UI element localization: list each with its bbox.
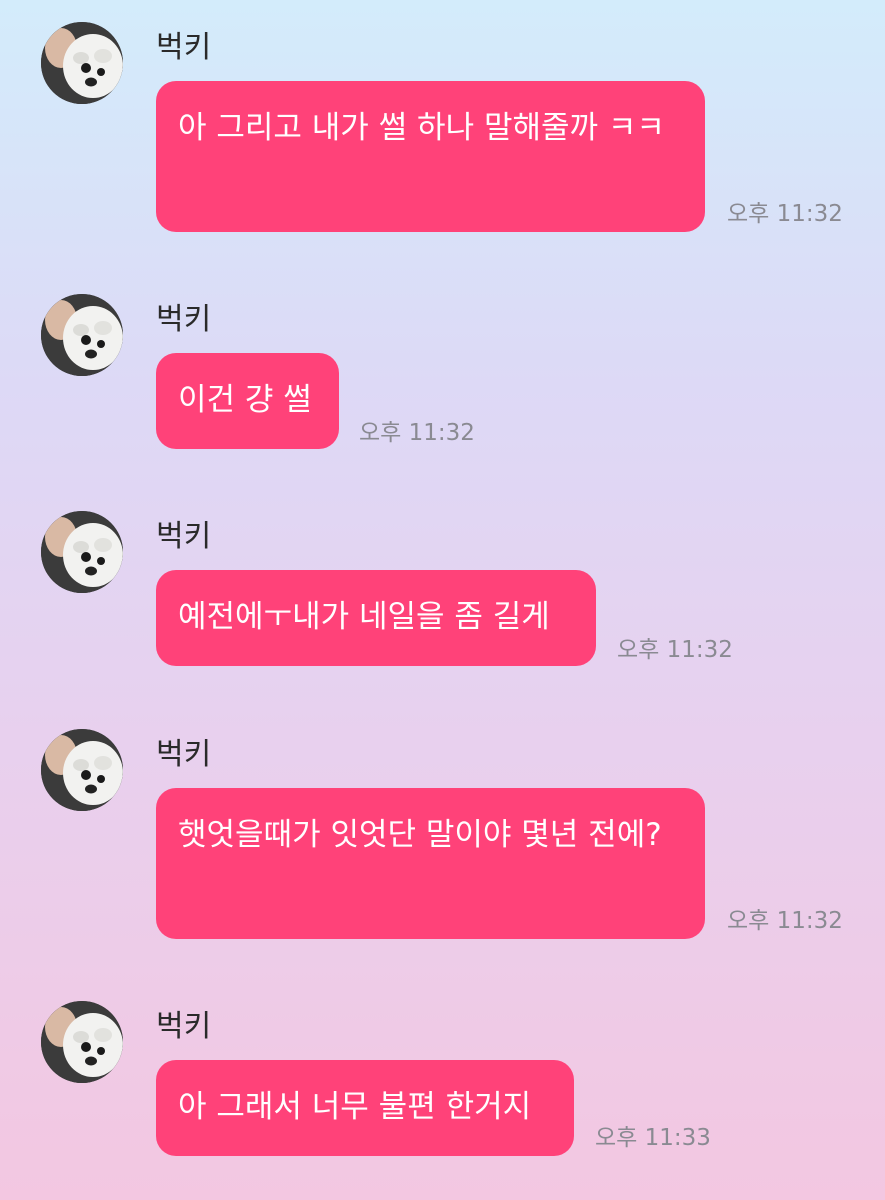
chat-thread: 벅키 아 그리고 내가 썰 하나 말해줄까 ㅋㅋ 오후 11:32 벅키 이건 …: [0, 0, 885, 1200]
message-bubble[interactable]: 햇엇을때가 잇엇단 말이야 몇년 전에?: [156, 788, 705, 939]
sender-name: 벅키: [156, 30, 212, 65]
sender-name: 벅키: [156, 1009, 212, 1044]
message-bubble[interactable]: 이건 걍 썰: [156, 353, 339, 449]
sender-avatar[interactable]: [41, 511, 123, 593]
message-timestamp: 오후 11:32: [359, 420, 475, 446]
sender-avatar[interactable]: [41, 294, 123, 376]
message-bubble[interactable]: 아 그래서 너무 불편 한거지: [156, 1060, 574, 1156]
message-bubble[interactable]: 예전에ㅜ내가 네일을 좀 길게: [156, 570, 596, 666]
dog-avatar-icon: [41, 294, 123, 376]
dog-avatar-icon: [41, 729, 123, 811]
message-timestamp: 오후 11:32: [727, 908, 843, 934]
message-bubble[interactable]: 아 그리고 내가 썰 하나 말해줄까 ㅋㅋ: [156, 81, 705, 232]
sender-avatar[interactable]: [41, 729, 123, 811]
sender-avatar[interactable]: [41, 1001, 123, 1083]
dog-avatar-icon: [41, 22, 123, 104]
dog-avatar-icon: [41, 511, 123, 593]
message-timestamp: 오후 11:32: [617, 637, 733, 663]
sender-name: 벅키: [156, 302, 212, 337]
sender-name: 벅키: [156, 737, 212, 772]
sender-name: 벅키: [156, 519, 212, 554]
message-timestamp: 오후 11:33: [595, 1125, 711, 1151]
message-timestamp: 오후 11:32: [727, 201, 843, 227]
sender-avatar[interactable]: [41, 22, 123, 104]
dog-avatar-icon: [41, 1001, 123, 1083]
